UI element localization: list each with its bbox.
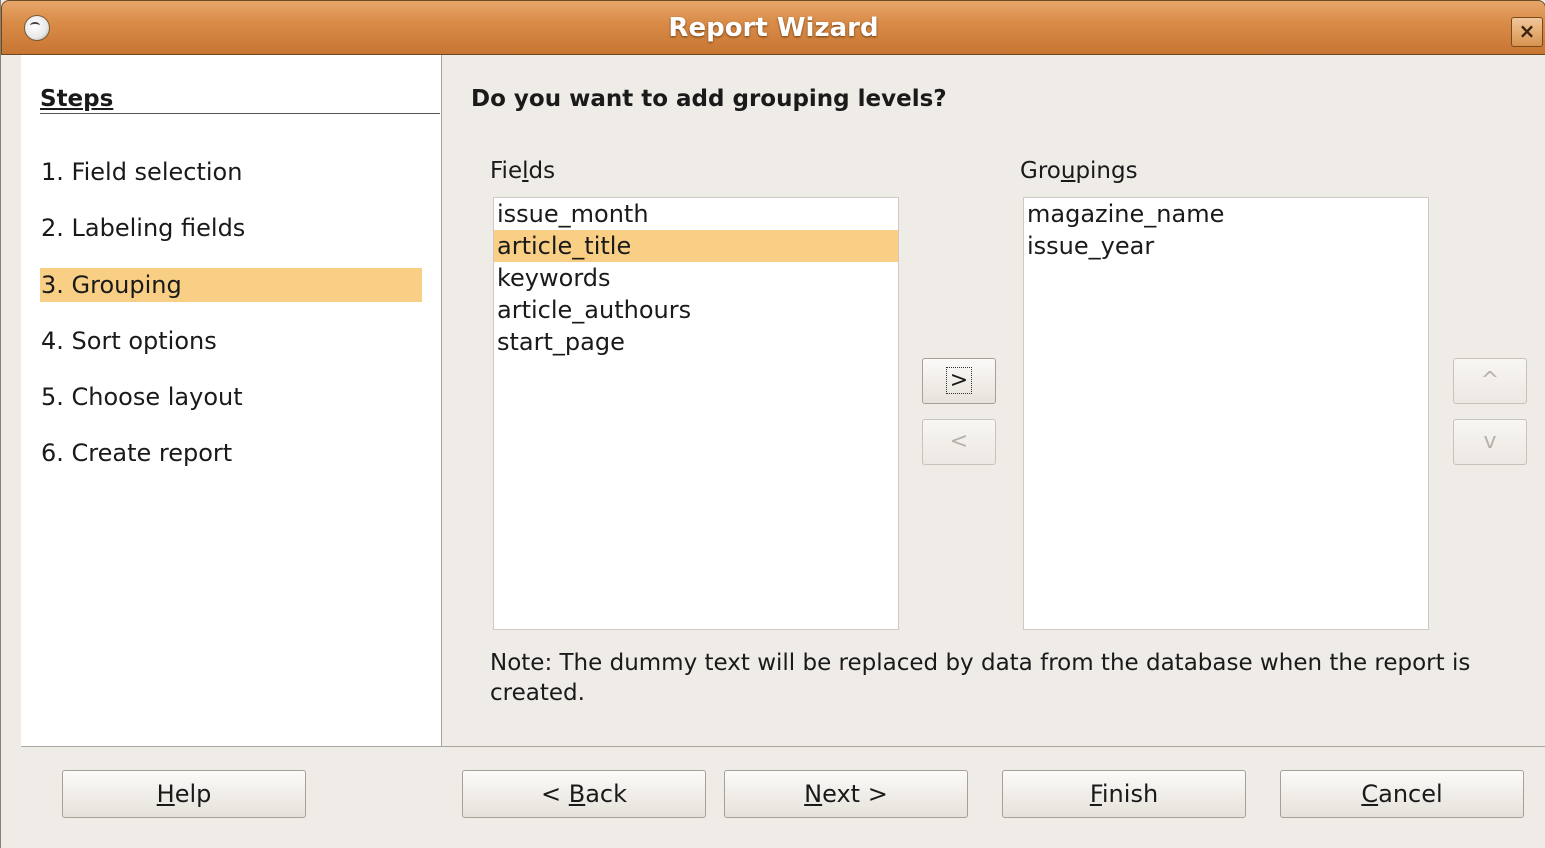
list-item[interactable]: start_page xyxy=(494,326,898,358)
list-item[interactable]: magazine_name xyxy=(1024,198,1428,230)
remove-field-button[interactable]: < xyxy=(922,419,996,465)
cancel-button[interactable]: Cancel xyxy=(1280,770,1524,818)
next-button[interactable]: Next > xyxy=(724,770,968,818)
help-button[interactable]: Help xyxy=(62,770,306,818)
close-icon[interactable]: × xyxy=(1511,17,1543,47)
list-item[interactable]: keywords xyxy=(494,262,898,294)
fields-label: Fields xyxy=(490,158,556,184)
groupings-label: Groupings xyxy=(1020,158,1138,184)
step-field-selection[interactable]: 1. Field selection xyxy=(40,155,422,189)
move-up-button[interactable]: ^ xyxy=(1453,358,1527,404)
steps-panel: Steps 1. Field selection 2. Labeling fie… xyxy=(21,55,442,747)
add-field-button[interactable]: > xyxy=(922,358,996,404)
fields-list[interactable]: issue_month article_title keywords artic… xyxy=(493,197,899,630)
list-item[interactable]: article_title xyxy=(494,230,898,262)
finish-button[interactable]: Finish xyxy=(1002,770,1246,818)
note-text: Note: The dummy text will be replaced by… xyxy=(490,650,1471,706)
move-down-button[interactable]: v xyxy=(1453,419,1527,465)
list-item[interactable]: article_authours xyxy=(494,294,898,326)
footer-divider xyxy=(21,746,1545,747)
steps-divider xyxy=(40,113,440,114)
groupings-list[interactable]: magazine_name issue_year xyxy=(1023,197,1429,630)
title-bar[interactable]: Report Wizard × xyxy=(1,0,1545,55)
page-question: Do you want to add grouping levels? xyxy=(471,86,947,112)
back-button[interactable]: < Back xyxy=(462,770,706,818)
report-wizard-window: Report Wizard × Steps 1. Field selection… xyxy=(0,0,1545,848)
step-sort-options[interactable]: 4. Sort options xyxy=(40,324,422,358)
window-title: Report Wizard xyxy=(668,13,879,43)
list-item[interactable]: issue_year xyxy=(1024,230,1428,262)
list-item[interactable]: issue_month xyxy=(494,198,898,230)
steps-heading: Steps xyxy=(40,86,114,112)
step-labeling-fields[interactable]: 2. Labeling fields xyxy=(40,211,422,245)
step-choose-layout[interactable]: 5. Choose layout xyxy=(40,380,422,414)
step-create-report[interactable]: 6. Create report xyxy=(40,436,422,470)
step-grouping[interactable]: 3. Grouping xyxy=(40,268,422,302)
